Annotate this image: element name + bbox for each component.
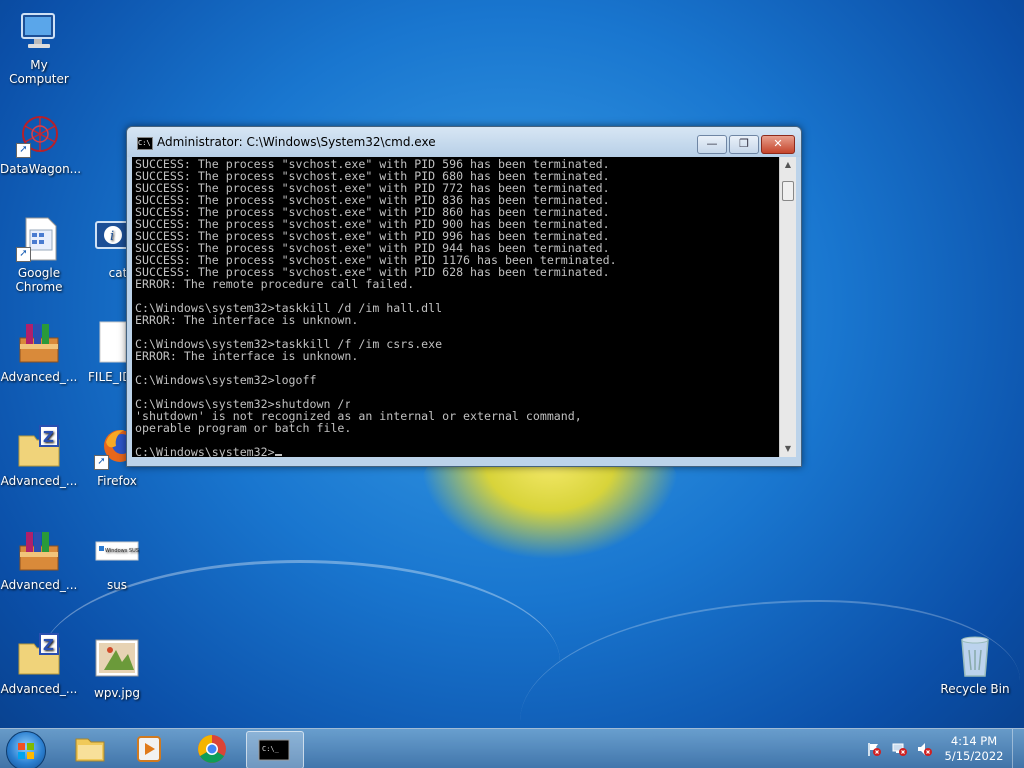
taskbar-cmd-button[interactable]: C:\_ xyxy=(246,731,304,768)
desktop-icon-label: Advanced_... xyxy=(0,474,78,488)
maximize-button[interactable]: ❐ xyxy=(729,135,759,154)
close-button[interactable]: ✕ xyxy=(761,135,795,154)
console-line: C:\Windows\system32> xyxy=(135,445,275,457)
winrar-archive-icon xyxy=(16,320,62,366)
desktop-icon-advanced-1[interactable]: Advanced_... xyxy=(0,320,78,384)
desktop-icon-label: sus xyxy=(106,578,128,592)
svg-text:Z: Z xyxy=(43,428,54,446)
desktop-icon-label: Recycle Bin xyxy=(940,682,1010,696)
zip-folder-icon: Z xyxy=(16,632,62,678)
desktop-icon-file-id[interactable]: FILE_ID xyxy=(78,320,132,384)
media-player-icon xyxy=(137,736,161,762)
desktop-icon-label: wpv.jpg xyxy=(94,686,140,700)
document-shortcut-icon: ➚ xyxy=(16,216,62,262)
svg-text:i: i xyxy=(110,229,114,244)
image-thumbnail-icon: Windows SUS xyxy=(94,528,140,574)
console-area[interactable]: SUCCESS: The process "svchost.exe" with … xyxy=(132,157,779,457)
desktop-icon-advanced-2[interactable]: Z Advanced_... xyxy=(0,424,78,488)
desktop-icon-sus[interactable]: Windows SUS sus xyxy=(78,528,156,592)
cmd-window-title: Administrator: C:\Windows\System32\cmd.e… xyxy=(157,135,436,149)
desktop-icon-recycle-bin[interactable]: Recycle Bin xyxy=(936,632,1014,696)
minimize-button[interactable]: — xyxy=(697,135,727,154)
chrome-icon xyxy=(198,735,226,763)
desktop-icon-label: Advanced_... xyxy=(0,578,78,592)
shortcut-arrow-icon: ➚ xyxy=(16,247,31,262)
desktop-icon-label: FILE_ID xyxy=(88,370,132,384)
show-desktop-button[interactable] xyxy=(1012,729,1024,768)
cmd-window[interactable]: C:\ Administrator: C:\Windows\System32\c… xyxy=(126,126,802,467)
image-file-icon xyxy=(94,636,140,682)
blank-file-icon xyxy=(98,320,128,366)
start-button[interactable] xyxy=(6,731,46,768)
shortcut-arrow-icon: ➚ xyxy=(94,455,109,470)
taskbar-media-player-button[interactable] xyxy=(122,731,178,767)
svg-text:Z: Z xyxy=(43,636,54,654)
desktop-icon-cat[interactable]: i cat xyxy=(78,216,131,280)
scroll-up-arrow-icon[interactable]: ▲ xyxy=(780,157,796,173)
recycle-bin-icon xyxy=(952,632,998,678)
desktop-icon-label: My Computer xyxy=(9,58,69,86)
clock-time: 4:14 PM xyxy=(950,734,998,748)
windows-logo-icon xyxy=(18,743,34,759)
desktop-icon-label: DataWagon... xyxy=(0,162,82,176)
desktop-icon-wpv-jpg[interactable]: wpv.jpg xyxy=(78,636,156,700)
system-clock[interactable]: 4:14 PM 5/15/2022 xyxy=(942,734,1006,764)
desktop-icon-my-computer[interactable]: My Computer xyxy=(0,8,78,86)
console-output: SUCCESS: The process "svchost.exe" with … xyxy=(132,157,779,457)
taskbar-chrome-button[interactable] xyxy=(184,731,240,767)
text-cursor xyxy=(274,454,282,456)
scrollbar-thumb[interactable] xyxy=(782,181,794,201)
winrar-archive-icon xyxy=(16,528,62,574)
zip-folder-icon: Z xyxy=(16,424,62,470)
folder-icon xyxy=(75,738,105,762)
console-line: operable program or batch file. xyxy=(135,421,352,435)
console-line: ERROR: The interface is unknown. xyxy=(135,349,359,363)
mouse-pointer-icon xyxy=(350,398,362,412)
sus-thumbnail-text: Windows SUS xyxy=(105,548,139,554)
desktop-icon-label: cat xyxy=(108,266,128,280)
cmd-titlebar[interactable]: C:\ Administrator: C:\Windows\System32\c… xyxy=(127,127,801,157)
console-line: ERROR: The remote procedure call failed. xyxy=(135,277,415,291)
console-line: C:\Windows\system32>logoff xyxy=(135,373,317,387)
desktop-icon-label: Google Chrome xyxy=(15,266,63,294)
desktop-icon-advanced-3[interactable]: Advanced_... xyxy=(0,528,78,592)
scroll-down-arrow-icon[interactable]: ▼ xyxy=(780,441,796,457)
vertical-scrollbar[interactable]: ▲ ▼ xyxy=(779,157,796,457)
datawagon-icon: ➚ xyxy=(16,112,62,158)
desktop-icon-advanced-4[interactable]: Z Advanced_... xyxy=(0,632,78,696)
desktop-icon-label: Advanced_... xyxy=(0,370,78,384)
clock-date: 5/15/2022 xyxy=(944,749,1004,763)
desktop-icon-label: Firefox xyxy=(97,474,137,488)
desktop-icon-google-chrome[interactable]: ➚ Google Chrome xyxy=(0,216,78,294)
shortcut-arrow-icon: ➚ xyxy=(16,143,31,158)
computer-icon xyxy=(16,8,62,54)
cmd-window-icon[interactable]: C:\ xyxy=(137,137,153,150)
taskbar-explorer-button[interactable] xyxy=(62,731,118,767)
svg-text:C:\_: C:\_ xyxy=(262,745,280,753)
desktop-icon-datawagon[interactable]: ➚ DataWagon... xyxy=(0,112,82,176)
cmd-icon: C:\_ xyxy=(258,739,290,761)
network-icon[interactable] xyxy=(892,741,908,757)
console-line: ERROR: The interface is unknown. xyxy=(135,313,359,327)
desktop-icon-label: Advanced_... xyxy=(0,682,78,696)
taskbar: C:\_ 4:14 PM 5/15/2022 xyxy=(0,728,1024,768)
action-center-flag-icon[interactable] xyxy=(866,741,882,757)
volume-muted-icon[interactable] xyxy=(916,741,932,757)
